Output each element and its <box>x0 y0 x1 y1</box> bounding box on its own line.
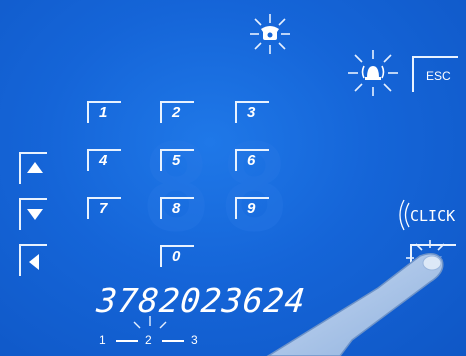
key-8-label: 8 <box>172 200 181 217</box>
key-0-label: 0 <box>172 248 181 265</box>
key-3[interactable]: 3 <box>235 101 269 123</box>
click-label: CLICK <box>410 207 456 225</box>
page-separator <box>116 340 138 342</box>
key-9-label: 9 <box>247 200 256 217</box>
key-3-label: 3 <box>247 104 256 121</box>
key-2[interactable]: 2 <box>160 101 194 123</box>
key-7-label: 7 <box>99 200 108 217</box>
esc-label: ESC <box>426 69 451 83</box>
scroll-down-button[interactable] <box>19 198 47 230</box>
page-3[interactable]: 3 <box>191 333 198 347</box>
key-4-label: 4 <box>99 152 108 169</box>
key-8[interactable]: 8 <box>160 197 194 219</box>
ghost-digits: 88 <box>140 120 297 259</box>
key-4[interactable]: 4 <box>87 149 121 171</box>
page-1[interactable]: 1 <box>99 333 106 347</box>
page-separator <box>162 340 184 342</box>
arrow-left-icon <box>29 254 39 270</box>
key-5[interactable]: 5 <box>160 149 194 171</box>
key-0[interactable]: 0 <box>160 245 194 267</box>
scroll-up-button[interactable] <box>19 152 47 184</box>
ok-label: OK <box>425 254 443 268</box>
key-2-label: 2 <box>172 104 181 121</box>
esc-button[interactable]: ESC <box>412 56 458 92</box>
telephone-icon <box>250 14 290 54</box>
key-9[interactable]: 9 <box>235 197 269 219</box>
key-6[interactable]: 6 <box>235 149 269 171</box>
intercom-screen: 88 ESC 1 2 3 4 5 6 7 8 9 0 CLICK OK 3782… <box>0 0 466 356</box>
ok-button[interactable]: OK <box>410 244 456 280</box>
page-2[interactable]: 2 <box>145 333 152 347</box>
dialed-number-display: 3782023624 <box>94 281 308 320</box>
key-5-label: 5 <box>172 152 181 169</box>
alarm-bell-icon <box>348 50 398 96</box>
key-1[interactable]: 1 <box>87 101 121 123</box>
arrow-down-icon <box>27 209 43 220</box>
key-6-label: 6 <box>247 152 256 169</box>
key-1-label: 1 <box>99 104 108 121</box>
arrow-up-icon <box>27 162 43 173</box>
back-button[interactable] <box>19 244 47 276</box>
key-7[interactable]: 7 <box>87 197 121 219</box>
